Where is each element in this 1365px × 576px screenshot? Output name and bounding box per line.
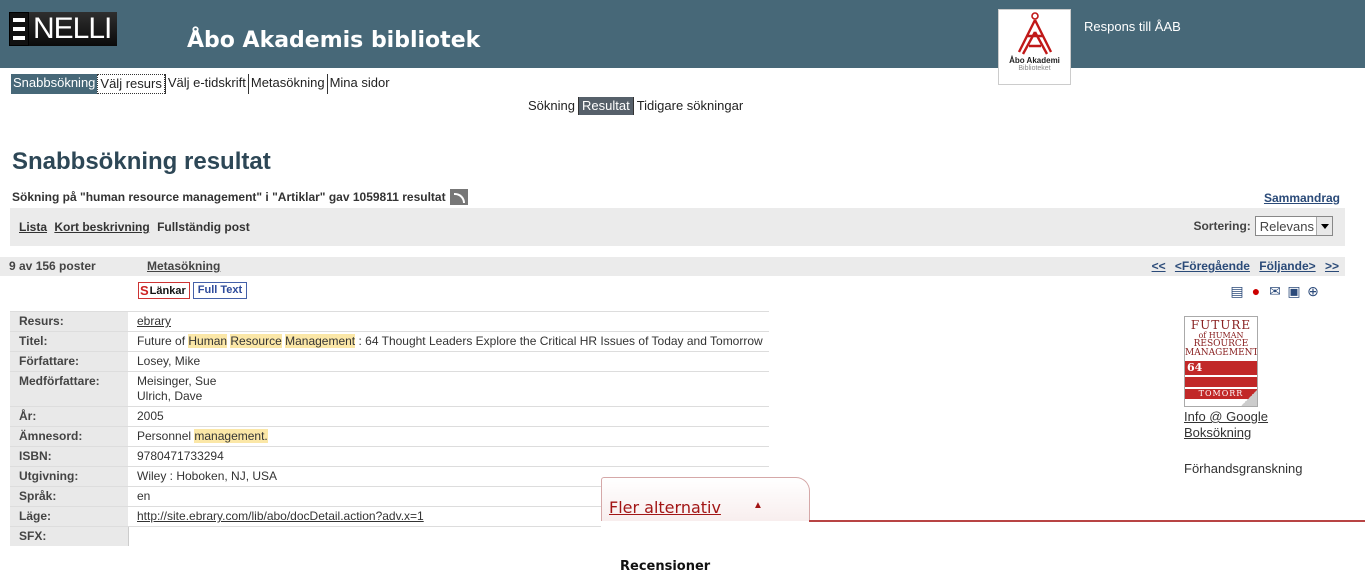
details-icon[interactable]: ▤ — [1229, 283, 1245, 299]
pager-next[interactable]: Följande> — [1259, 259, 1315, 273]
reviews-heading: Recensioner — [620, 559, 711, 574]
label-location: Läge: — [10, 506, 128, 527]
table-row: Ämnesord: Personnel management. — [10, 426, 769, 447]
year-value: 2005 — [128, 406, 769, 427]
label-subject: Ämnesord: — [10, 426, 128, 447]
pager-last[interactable]: >> — [1325, 259, 1339, 273]
nav-mina-sidor[interactable]: Mina sidor — [326, 74, 392, 94]
nav-metasokning[interactable]: Metasökning — [247, 74, 327, 94]
coauthor-value: Meisinger, Sue Ulrich, Dave — [128, 371, 769, 407]
record-bar: 9 av 156 poster Metasökning << <Föregåen… — [0, 257, 1345, 276]
sort-value: Relevans — [1259, 218, 1314, 234]
page-title: Snabbsökning resultat — [12, 148, 271, 175]
aa-logo-line2: Biblioteket — [1018, 65, 1051, 72]
nelli-logo[interactable]: NELLI — [9, 12, 118, 46]
label-title: Titel: — [10, 331, 128, 352]
author-value: Losey, Mike — [128, 351, 769, 372]
google-link-line1[interactable]: Info @ Google — [1184, 409, 1268, 425]
sfx-links-label: Länkar — [149, 284, 186, 297]
record-buttons: S Länkar Full Text — [138, 282, 248, 299]
highlight: Management — [285, 334, 356, 348]
table-row: ISBN: 9780471733294 — [10, 446, 769, 467]
aa-logo-line1: Åbo Akademi — [1009, 56, 1060, 65]
label-resource: Resurs: — [10, 311, 128, 332]
abo-akademi-logo: Åbo Akademi Biblioteket — [998, 9, 1071, 85]
table-row: År: 2005 — [10, 406, 769, 427]
subnav-tidigare[interactable]: Tidigare sökningar — [632, 97, 746, 115]
pdf-icon[interactable]: ● — [1248, 283, 1264, 299]
highlight: management. — [194, 429, 268, 443]
sfx-links-button[interactable]: S Länkar — [138, 282, 190, 299]
nav-valj-resurs[interactable]: Välj resurs — [97, 74, 165, 94]
highlight: Resource — [230, 334, 282, 348]
more-options-panel: Fler alternativ ▲ Recensioner — [601, 477, 1365, 576]
sub-nav: Sökning Resultat Tidigare sökningar — [525, 97, 746, 115]
subnav-sokning[interactable]: Sökning — [525, 97, 578, 115]
subject-value: Personnel management. — [128, 426, 769, 447]
library-title: Åbo Akademis bibliotek — [187, 28, 481, 53]
highlight: Human — [188, 334, 228, 348]
add-icon[interactable]: ⊕ — [1305, 283, 1321, 299]
subnav-resultat[interactable]: Resultat — [577, 97, 633, 115]
search-info: Sökning på "human resource management" i… — [12, 189, 468, 205]
table-row: Resurs: ebrary — [10, 311, 769, 332]
location-link[interactable]: http://site.ebrary.com/lib/abo/docDetail… — [137, 509, 493, 524]
feedback-link[interactable]: Respons till ÅAB — [1084, 19, 1181, 34]
pager-prev[interactable]: <Föregående — [1175, 259, 1250, 273]
sort-control: Sortering: Relevans — [1193, 216, 1333, 236]
search-info-text: Sökning på "human resource management" i… — [12, 190, 446, 204]
table-row: Författare: Losey, Mike — [10, 351, 769, 372]
rss-icon[interactable] — [449, 189, 468, 205]
isbn-value: 9780471733294 — [128, 446, 769, 467]
sort-label: Sortering: — [1193, 219, 1251, 233]
save-icon[interactable]: ▣ — [1286, 283, 1302, 299]
label-language: Språk: — [10, 486, 128, 507]
label-isbn: ISBN: — [10, 446, 128, 467]
book-cover[interactable]: FUTURE of HUMAN RESOURCE MANAGEMENT 64 T… — [1184, 316, 1258, 407]
nelli-mark-icon — [9, 12, 29, 46]
page-curl — [1240, 389, 1257, 406]
table-row: Titel: Future of Human Resource Manageme… — [10, 331, 769, 352]
pager-first[interactable]: << — [1152, 259, 1166, 273]
more-options-tab[interactable]: Fler alternativ ▲ — [601, 477, 810, 521]
sfx-icon: S — [140, 283, 149, 298]
metasearch-link[interactable]: Metasökning — [147, 259, 220, 273]
sort-select[interactable]: Relevans — [1254, 216, 1333, 236]
header-bar: NELLI Åbo Akademis bibliotek Respons til… — [0, 0, 1365, 68]
email-icon[interactable]: ✉ — [1267, 283, 1283, 299]
google-link-line2[interactable]: Boksökning — [1184, 425, 1268, 441]
main-nav: Snabbsökning Välj resurs Välj e-tidskrif… — [11, 74, 392, 94]
resource-link[interactable]: ebrary — [137, 314, 171, 328]
title-value: Future of Human Resource Management : 64… — [128, 331, 769, 352]
record-actions: ▤ ● ✉ ▣ ⊕ — [1229, 283, 1321, 299]
view-options: Lista Kort beskrivning Fullständig post — [19, 220, 254, 234]
nelli-logo-text: NELLI — [29, 12, 118, 46]
label-sfx: SFX: — [10, 526, 128, 546]
nav-valj-etidskrift[interactable]: Välj e-tidskrift — [164, 74, 248, 94]
preview-label: Förhandsgranskning — [1184, 461, 1303, 476]
view-full-label: Fullständig post — [157, 220, 250, 234]
label-coauthor: Medförfattare: — [10, 371, 128, 407]
tab-divider — [809, 520, 1365, 522]
caret-up-icon: ▲ — [753, 500, 763, 511]
more-options-label[interactable]: Fler alternativ — [609, 498, 721, 517]
label-author: Författare: — [10, 351, 128, 372]
dropdown-arrow-icon[interactable] — [1316, 217, 1332, 235]
pager: << <Föregående Följande> >> — [1146, 259, 1339, 273]
summary-link[interactable]: Sammandrag — [1264, 191, 1340, 205]
label-year: År: — [10, 406, 128, 427]
aa-emblem-icon — [1017, 12, 1052, 55]
table-row: Medförfattare: Meisinger, Sue Ulrich, Dav… — [10, 371, 769, 407]
google-books-link[interactable]: Info @ Google Boksökning — [1184, 409, 1268, 441]
record-count: 9 av 156 poster — [9, 259, 96, 273]
fulltext-button[interactable]: Full Text — [192, 282, 248, 299]
view-short-link[interactable]: Kort beskrivning — [54, 220, 149, 234]
label-publication: Utgivning: — [10, 466, 128, 487]
view-toolbar: Lista Kort beskrivning Fullständig post … — [10, 208, 1345, 246]
view-list-link[interactable]: Lista — [19, 220, 47, 234]
nav-snabbsokning[interactable]: Snabbsökning — [11, 74, 98, 94]
